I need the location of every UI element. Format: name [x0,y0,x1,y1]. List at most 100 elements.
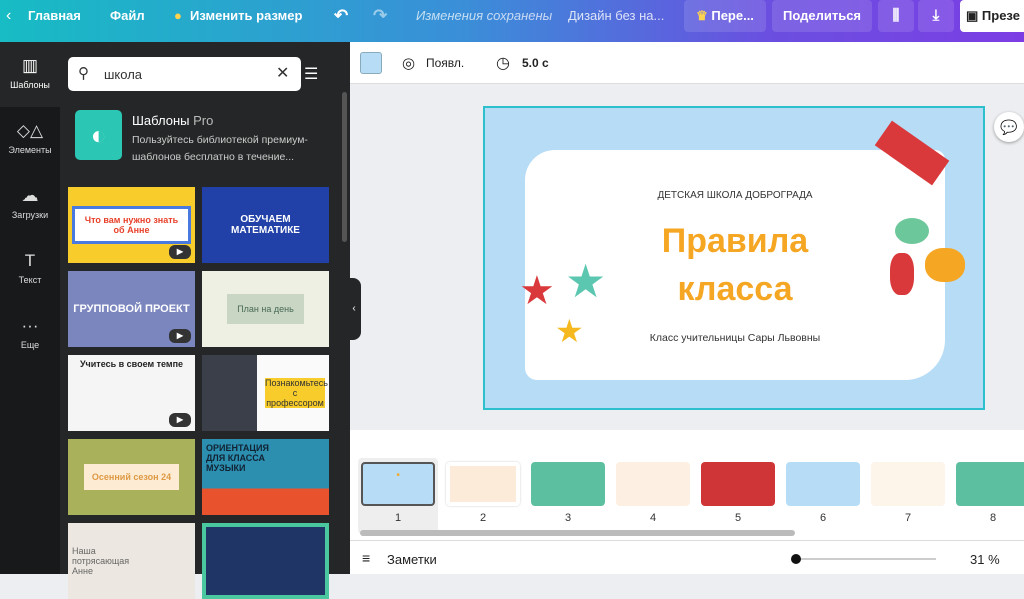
page-number: 7 [904,512,912,524]
template-title: Что вам нужно знать об Анне [72,206,191,244]
rail-label: Загрузки [11,210,49,220]
rail-more[interactable]: ··· Еще [0,302,60,367]
rail-label: Элементы [8,145,52,155]
star-sticker-icon: ★ [555,313,584,349]
editor-toolbar: ◎ Появл. ◷ 5.0 с [350,42,1024,84]
page-thumbnail[interactable] [786,462,860,506]
animate-button[interactable]: Появл. [426,56,464,70]
chart-icon[interactable]: ⫼ [878,0,914,32]
template-card[interactable]: Познакомьтесь с профессором [202,355,329,431]
page-thumbnail[interactable] [701,462,775,506]
rail-templates[interactable]: ▥ Шаблоны [0,42,60,107]
notes-icon: ≡ [362,550,371,566]
duration-button[interactable]: 5.0 с [522,56,549,70]
home-button[interactable]: Главная [28,0,81,42]
search-input[interactable]: ⚲ школа ✕ [68,57,301,91]
slide-subtitle: Класс учительницы Сары Львовны [649,332,821,344]
template-card[interactable]: Что вам нужно знать об Анне ▶ [68,187,195,263]
play-icon: ▶ [169,329,191,343]
promo-pro: Pro [193,113,214,128]
page-number: 6 [819,512,827,524]
notes-button[interactable]: Заметки [387,552,437,567]
undo-icon[interactable]: ↶ [334,0,348,42]
star-sticker-icon: ★ [519,269,555,313]
page-number: 3 [564,512,572,524]
search-icon: ⚲ [78,65,89,82]
rail-elements[interactable]: ◇△ Элементы [0,107,60,172]
template-card[interactable]: План на день [202,271,329,347]
zoom-slider[interactable] [791,554,936,564]
zoom-slider-handle[interactable] [791,554,801,564]
download-icon[interactable]: ⤓ [918,0,954,32]
page-number: 4 [649,512,657,524]
resize-button[interactable]: Изменить размер [190,0,302,42]
rail-label: Текст [18,275,42,285]
collapse-panel-handle[interactable]: ‹ [347,278,361,340]
templates-panel: ⚲ школа ✕ ☰ ◐ Шаблоны Pro Пользуйтесь би… [60,42,350,599]
filter-icon[interactable]: ☰ [304,64,318,84]
page-thumbnail[interactable] [871,462,945,506]
clock-icon: ◷ [496,55,510,72]
layout-icon: ▥ [21,56,39,75]
play-icon: ▶ [169,413,191,427]
more-icon: ··· [21,316,39,335]
page-thumbnail[interactable] [956,462,1024,506]
page-number: 1 [394,512,402,524]
star-sticker-icon: ★ [565,255,607,307]
search-value: школа [104,67,143,82]
crown-icon: ♛ [696,8,708,23]
upgrade-label: Пере... [711,8,754,23]
template-title: ГРУППОВОЙ ПРОЕКТ [73,303,190,315]
template-title: ОРИЕНТАЦИЯ ДЛЯ КЛАССА МУЗЫКИ [206,443,269,473]
crown-icon: ● [174,8,182,23]
page-number: 2 [479,512,487,524]
template-card[interactable]: Осенний сезон 24 [68,439,195,515]
page-thumbnail[interactable] [616,462,690,506]
template-card[interactable]: ГРУППОВОЙ ПРОЕКТ ▶ [68,271,195,347]
chevron-left-icon[interactable]: ‹ [6,0,11,42]
zoom-level[interactable]: 31 % [970,552,1000,567]
rail-label: Еще [20,340,40,350]
upgrade-button[interactable]: ♛ Пере... [684,0,766,32]
clear-icon[interactable]: ✕ [276,63,289,83]
panel-scrollbar[interactable] [342,92,347,242]
frog-sticker [895,218,929,244]
redo-icon[interactable]: ↷ [373,0,387,42]
promo-title: Шаблоны [132,113,190,128]
bottom-bar: ≡ Заметки 31 % [350,540,1024,574]
template-title: ОБУЧАЕМ МАТЕМАТИКЕ [231,214,300,236]
template-card[interactable]: Наша потрясающая Анне [68,523,195,599]
template-card[interactable]: ОБУЧАЕМ МАТЕМАТИКЕ [202,187,329,263]
page-thumbnail[interactable]: ■ [361,462,435,506]
top-bar: ‹ Главная Файл ● Изменить размер ↶ ↷ Изм… [0,0,1024,42]
template-title: План на день [227,294,304,324]
page-number: 5 [734,512,742,524]
strip-scrollbar[interactable] [360,530,795,536]
template-card[interactable]: Учитесь в своем темпе ▶ [68,355,195,431]
template-title: Познакомьтесь с профессором [265,378,328,408]
dog-sticker [925,248,965,282]
page-thumbnail[interactable] [531,462,605,506]
slide-school: ДЕТСКАЯ ШКОЛА ДОБРОГРАДА [657,190,813,201]
animate-icon: ◎ [402,55,416,72]
template-card[interactable]: ОРИЕНТАЦИЯ ДЛЯ КЛАССА МУЗЫКИ [202,439,329,515]
present-button[interactable]: ▣ Презе [960,0,1024,32]
text-icon: T [24,251,36,270]
pro-logo-icon: ◐ [75,110,122,160]
rail-uploads[interactable]: ☁ Загрузки [0,172,60,237]
file-menu[interactable]: Файл [110,0,145,42]
page-strip: ■ 1 2 3 4 5 6 7 8 [350,430,1024,540]
page-thumbnail[interactable] [446,462,520,506]
template-card[interactable] [202,523,329,599]
template-title: Осенний сезон 24 [83,464,180,490]
slide-canvas[interactable]: ДЕТСКАЯ ШКОЛА ДОБРОГРАДА Правила класса … [483,106,985,410]
rabbit-sticker [890,253,914,295]
share-button[interactable]: Поделиться [772,0,872,32]
design-name[interactable]: Дизайн без на... [568,0,664,42]
add-comment-icon[interactable]: 💬 [994,112,1024,142]
page-number: 8 [989,512,997,524]
background-color-swatch[interactable] [360,52,382,74]
sidebar-rail: ▥ Шаблоны ◇△ Элементы ☁ Загрузки T Текст ···… [0,42,60,574]
present-label: Презе [981,8,1020,23]
rail-text[interactable]: T Текст [0,237,60,302]
